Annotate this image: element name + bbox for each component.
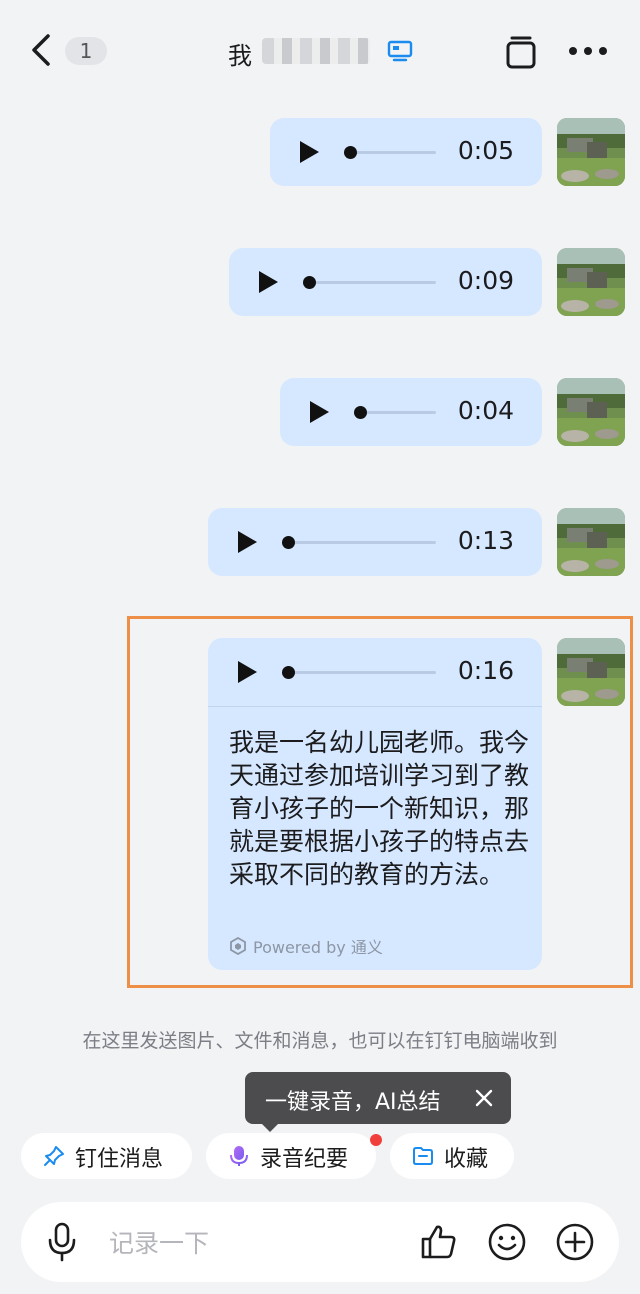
- playback-track[interactable]: [360, 411, 436, 414]
- voice-message-bubble[interactable]: 0:13: [208, 508, 542, 576]
- chip-label: 录音纪要: [260, 1147, 349, 1172]
- playback-track[interactable]: [309, 281, 436, 284]
- playback-track[interactable]: [288, 541, 436, 544]
- voice-message-bubble[interactable]: 0:04: [280, 378, 542, 446]
- playback-position-dot[interactable]: [344, 146, 357, 159]
- chat-header: 1 我: [0, 0, 640, 96]
- voice-duration: 0:09: [457, 266, 514, 295]
- avatar-photo-icon: [557, 378, 625, 446]
- voice-summary-button[interactable]: 录音纪要: [206, 1133, 376, 1179]
- close-icon[interactable]: [475, 1089, 493, 1107]
- play-icon[interactable]: [298, 140, 320, 164]
- voice-transcript-text: 我是一名幼儿园老师。我今天通过参加培训学习到了教育小孩子的一个新知识，那就是要根…: [229, 728, 530, 889]
- unread-count-badge[interactable]: 1: [65, 37, 107, 65]
- divider: [208, 706, 542, 707]
- playback-position-dot[interactable]: [303, 276, 316, 289]
- avatar-photo-icon: [557, 118, 625, 186]
- avatar[interactable]: [557, 638, 625, 706]
- avatar[interactable]: [557, 248, 625, 316]
- favorites-folder-icon: [413, 1147, 433, 1165]
- more-options-icon[interactable]: [568, 46, 608, 56]
- voice-duration: 0:16: [457, 656, 514, 685]
- voice-duration: 0:05: [457, 136, 514, 165]
- blurred-name: [262, 38, 370, 64]
- pin-icon: [44, 1146, 64, 1166]
- avatar-photo-icon: [557, 248, 625, 316]
- emoji-icon[interactable]: [487, 1222, 527, 1262]
- thumbs-up-icon[interactable]: [419, 1222, 459, 1262]
- send-hint-text: 在这里发送图片、文件和消息，也可以在钉钉电脑端收到: [82, 1030, 558, 1052]
- play-icon[interactable]: [236, 530, 258, 554]
- chip-label: 钉住消息: [75, 1147, 164, 1172]
- voice-message-with-transcript[interactable]: 0:16 我是一名幼儿园老师。我今天通过参加培训学习到了教育小孩子的一个新知识，…: [208, 638, 542, 970]
- voice-duration: 0:13: [457, 526, 514, 555]
- avatar-photo-icon: [557, 638, 625, 706]
- voice-message-bubble[interactable]: 0:05: [270, 118, 542, 186]
- favorites-button[interactable]: 收藏: [390, 1133, 514, 1179]
- notification-dot: [370, 1134, 382, 1146]
- recording-tooltip: 一键录音，AI总结: [245, 1072, 511, 1132]
- voice-message-bubble[interactable]: 0:09: [229, 248, 542, 316]
- playback-track[interactable]: [350, 151, 436, 154]
- voice-summary-icon: [230, 1146, 248, 1166]
- message-input-bar: 记录一下: [21, 1202, 619, 1282]
- powered-by-label: Powered by 通义: [229, 934, 383, 958]
- avatar-photo-icon: [557, 508, 625, 576]
- tooltip-text: 一键录音，AI总结: [265, 1090, 441, 1115]
- plus-icon[interactable]: [555, 1222, 595, 1262]
- chip-label: 收藏: [444, 1147, 489, 1172]
- avatar[interactable]: [557, 378, 625, 446]
- avatar[interactable]: [557, 508, 625, 576]
- desktop-computer-icon: [387, 40, 413, 62]
- playback-position-dot[interactable]: [354, 406, 367, 419]
- playback-track[interactable]: [288, 671, 436, 674]
- powered-by-text: Powered by 通义: [253, 938, 383, 957]
- voice-duration: 0:04: [457, 396, 514, 425]
- message-input[interactable]: 记录一下: [109, 1224, 209, 1260]
- playback-position-dot[interactable]: [282, 666, 295, 679]
- play-icon[interactable]: [236, 660, 258, 684]
- chat-title: 我: [228, 42, 252, 70]
- pin-message-button[interactable]: 钉住消息: [21, 1133, 192, 1179]
- avatar[interactable]: [557, 118, 625, 186]
- play-icon[interactable]: [308, 400, 330, 424]
- playback-position-dot[interactable]: [282, 536, 295, 549]
- microphone-icon[interactable]: [47, 1222, 77, 1262]
- copy-icon[interactable]: [504, 33, 538, 69]
- play-icon[interactable]: [257, 270, 279, 294]
- back-arrow-icon[interactable]: [26, 32, 58, 68]
- tongyi-logo-icon: [230, 937, 246, 955]
- tooltip-arrow: [261, 1123, 279, 1132]
